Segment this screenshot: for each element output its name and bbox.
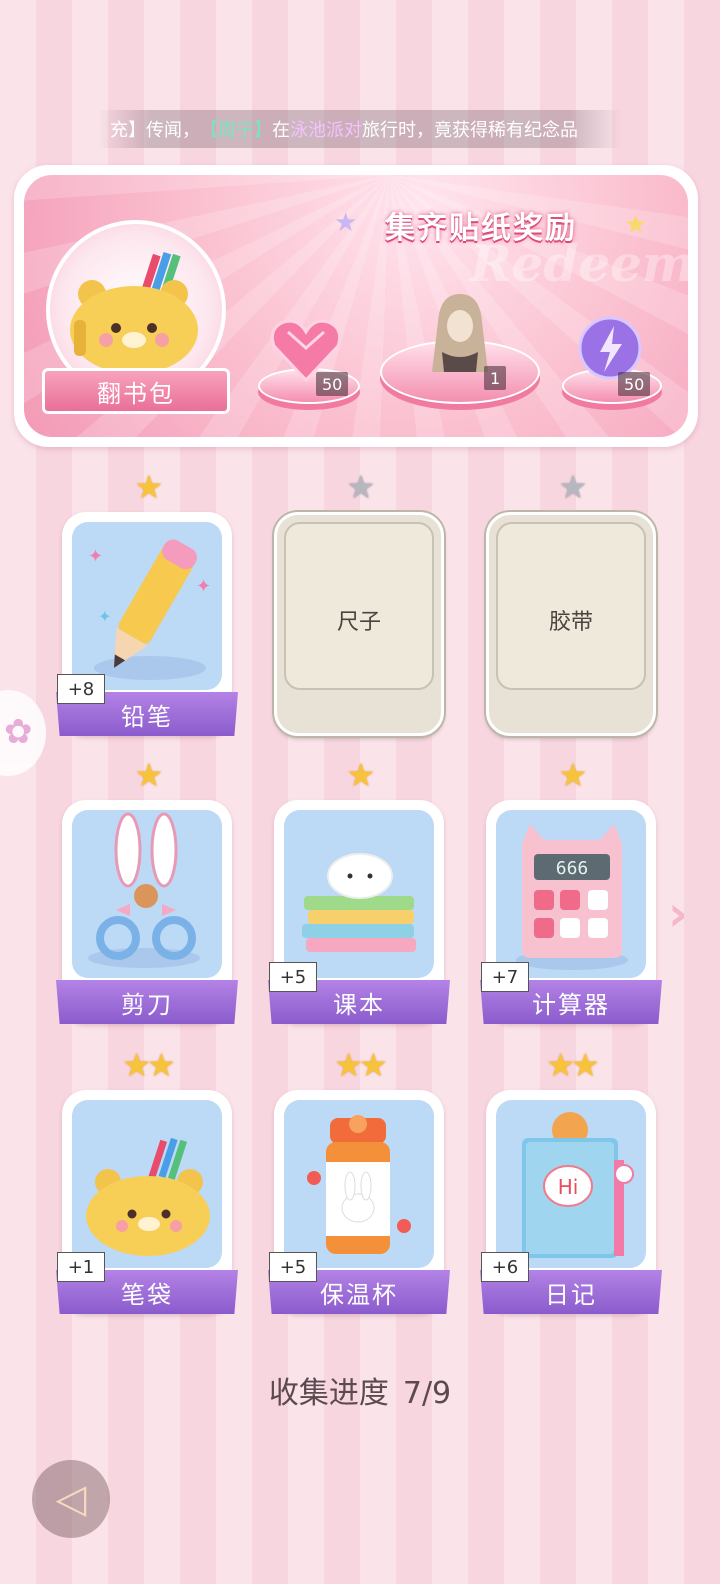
svg-text:✦: ✦ [196, 576, 211, 597]
panel-title: 集齐贴纸奖励 [385, 211, 577, 246]
card-bonus: +5 [269, 1252, 317, 1282]
bear-pencil-case-icon [86, 1137, 210, 1256]
books-icon [302, 853, 416, 952]
sticker-card-pencil-case[interactable]: ★★ 笔袋 +1 [56, 1048, 238, 1314]
announcement-marquee: 充】传闻， 【周宁】 在 泳池派对 旅行时，竟获得稀有纪念品 [98, 110, 622, 148]
diary-cover-text: Hi [558, 1175, 579, 1199]
sticker-card-scissors[interactable]: ★ 剪刀 [56, 758, 238, 1024]
pencil-icon: ✦ ✦ ✦ [88, 539, 211, 680]
back-arrow-icon: ◁ [55, 1476, 87, 1522]
svg-text:✦: ✦ [98, 607, 111, 626]
marquee-suffix: 旅行时，竟获得稀有纪念品 [362, 120, 578, 141]
star-icon: ★ [558, 468, 588, 506]
star-icon: ★ [346, 468, 376, 506]
reward-qty: 1 [484, 366, 507, 390]
reward-qty: 50 [316, 372, 349, 396]
marquee-mid: 在 [272, 120, 290, 141]
fan-icon: ✿ [4, 712, 33, 752]
star-icon: ★ [134, 756, 164, 794]
bag-label[interactable]: 翻书包 [42, 368, 230, 414]
star-icon: ★ [558, 756, 588, 794]
diary-icon: Hi [522, 1112, 634, 1258]
back-button[interactable]: ◁ [32, 1460, 110, 1538]
star-icon: ★★ [122, 1046, 175, 1084]
card-name: 剪刀 [56, 980, 238, 1024]
card-bonus: +1 [57, 1252, 105, 1282]
card-bonus: +8 [57, 674, 105, 704]
collection-progress: 收集进度 7/9 [0, 1368, 720, 1412]
cat-calculator-icon: 666 [516, 824, 628, 970]
sticker-card-ruler[interactable]: ★ 尺子 [274, 470, 444, 736]
star-deco-icon: ★ [624, 210, 648, 240]
sticker-card-diary[interactable]: ★★ Hi 日记 +6 [480, 1048, 662, 1314]
progress-value: 7/9 [402, 1376, 452, 1411]
svg-text:✦: ✦ [88, 546, 103, 567]
sticker-card-thermos[interactable]: ★★ 保温杯 +5 [268, 1048, 450, 1314]
star-icon: ★★ [546, 1046, 599, 1084]
card-bonus: +6 [481, 1252, 529, 1282]
sticker-card-pencil[interactable]: ★ ✦ ✦ ✦ 铅笔 +8 [56, 470, 238, 736]
star-icon: ★ [346, 756, 376, 794]
sticker-card-textbook[interactable]: ★ 课本 +5 [268, 758, 450, 1024]
marquee-place: 泳池派对 [290, 120, 362, 141]
progress-label: 收集进度 [268, 1376, 389, 1411]
side-menu-tab[interactable]: ✿ [0, 690, 46, 776]
marquee-player: 【周宁】 [200, 120, 272, 141]
card-bonus: +7 [481, 962, 529, 992]
bunny-scissors-icon [88, 812, 200, 968]
reward-qty: 50 [618, 372, 651, 396]
card-name: 胶带 [548, 610, 593, 635]
card-name: 尺子 [336, 610, 381, 635]
marquee-prefix: 充】传闻， [110, 120, 200, 141]
star-icon: ★ [134, 468, 164, 506]
sticker-card-calculator[interactable]: ★ 666 计算器 +7 [480, 758, 662, 1024]
card-bonus: +5 [269, 962, 317, 992]
sticker-card-tape[interactable]: ★ 胶带 [486, 470, 656, 736]
star-icon: ★★ [334, 1046, 387, 1084]
calculator-display: 666 [556, 858, 589, 879]
thermos-icon [307, 1115, 411, 1254]
next-page-arrow-icon[interactable]: › [668, 886, 688, 942]
